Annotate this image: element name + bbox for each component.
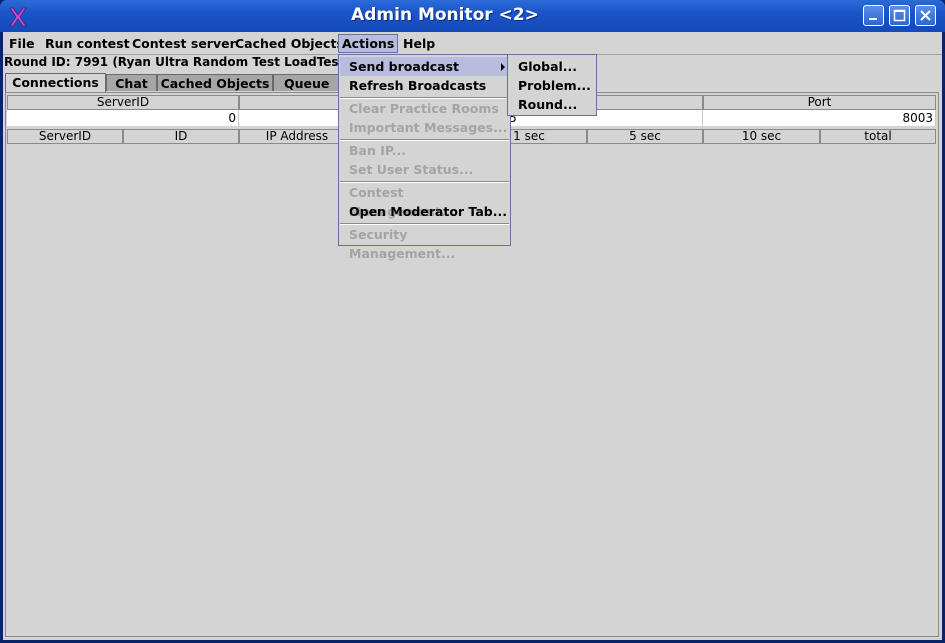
tab-connections[interactable]: Connections [5,73,106,92]
menu-item-refresh-broadcasts[interactable]: Refresh Broadcasts [340,76,509,95]
menu-item-open-moderator-tab[interactable]: Open Moderator Tab... [340,202,509,221]
client-area: File Run contest Contest server Cached O… [3,32,942,640]
menu-file[interactable]: File [6,35,38,52]
menu-item-important-messages[interactable]: Important Messages... [340,118,509,137]
submenu-item-problem[interactable]: Problem... [509,76,595,95]
menu-bar: File Run contest Contest server Cached O… [3,32,942,55]
tab-queue[interactable]: Queue Te [273,74,343,108]
admin-monitor-window: Admin Monitor <2> File Run contest Conte… [0,0,945,643]
conn-header-id[interactable]: ID [123,129,239,144]
menu-item-security-management[interactable]: Security Management... [340,225,509,261]
menu-item-ban-ip[interactable]: Ban IP... [340,141,509,160]
submenu-item-round[interactable]: Round... [509,95,595,114]
menu-actions[interactable]: Actions [338,34,399,53]
menu-contest-server[interactable]: Contest server [129,35,239,52]
menu-item-send-broadcast-label: Send broadcast [349,59,460,74]
close-icon [920,10,931,21]
tab-cached-objects[interactable]: Cached Objects [157,74,273,91]
menu-run-contest[interactable]: Run contest [42,35,133,52]
menu-item-send-broadcast[interactable]: Send broadcast [340,57,509,76]
menu-cached-objects[interactable]: Cached Objects [232,35,347,52]
maximize-button[interactable] [889,5,910,26]
minimize-icon [869,18,877,20]
tab-chat[interactable]: Chat [106,74,157,91]
menu-item-set-user-status[interactable]: Set User Status... [340,160,509,179]
maximize-icon [893,9,906,22]
conn-header-serverid[interactable]: ServerID [7,129,123,144]
conn-header-5sec[interactable]: 5 sec [587,129,703,144]
menu-help[interactable]: Help [400,35,438,52]
server-table-header-serverid[interactable]: ServerID [7,95,239,110]
window-title: Admin Monitor <2> [351,5,539,25]
minimize-button[interactable] [863,5,884,26]
close-button[interactable] [915,5,936,26]
server-row-port[interactable]: 8003 [703,110,936,126]
menu-item-clear-practice-rooms[interactable]: Clear Practice Rooms [340,99,509,118]
conn-header-10sec[interactable]: 10 sec [703,129,820,144]
submenu-arrow-icon [501,63,505,71]
title-bar[interactable]: Admin Monitor <2> [0,0,945,32]
broadcast-submenu: Global... Problem... Round... [507,54,597,116]
submenu-item-global[interactable]: Global... [509,57,595,76]
server-row-serverid[interactable]: 0 [7,110,239,126]
round-id-label: Round ID: 7991 (Ryan Ultra Random Test L… [4,55,350,69]
actions-menu: Send broadcast Refresh Broadcasts Clear … [338,54,511,261]
menu-item-contest-management[interactable]: Contest Management... [340,183,509,219]
conn-header-total[interactable]: total [820,129,936,144]
server-table-header-port[interactable]: Port [703,95,936,110]
